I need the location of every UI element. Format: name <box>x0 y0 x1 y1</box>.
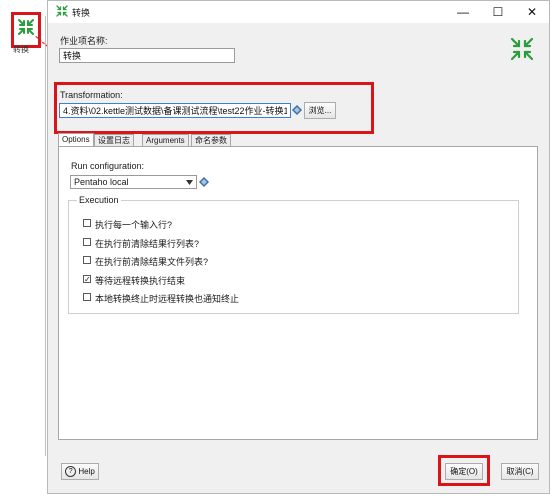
tab-options[interactable]: Options <box>58 133 94 147</box>
minimize-button[interactable]: — <box>446 1 480 23</box>
canvas-divider <box>45 16 46 456</box>
transformation-label: Transformation: <box>60 90 123 100</box>
dialog-title: 转换 <box>72 8 91 18</box>
checkbox-label: 等待远程转换执行结束 <box>95 276 186 286</box>
clear-result-rows-checkbox[interactable] <box>83 238 91 246</box>
wait-remote-finish-checkbox[interactable]: ✓ <box>83 275 91 284</box>
help-icon: ? <box>65 466 77 478</box>
cancel-button[interactable]: 取消(C) <box>501 463 539 480</box>
clear-result-files-checkbox[interactable] <box>83 256 91 264</box>
title-bar: 转换 — ☐ ✕ <box>48 1 549 23</box>
transformation-entry-icon <box>18 19 34 35</box>
run-configuration-label: Run configuration: <box>71 161 145 171</box>
close-button[interactable]: ✕ <box>515 1 549 23</box>
execute-every-row-checkbox[interactable] <box>83 219 91 227</box>
help-button[interactable]: ? Help <box>61 463 99 480</box>
job-canvas <box>0 0 48 503</box>
checkbox-label: 本地转换终止时远程转换也通知终止 <box>95 294 240 304</box>
transformation-dialog: 转换 — ☐ ✕ 作业项名称: Transformation: 浏览... Op… <box>47 0 550 494</box>
help-button-label: Help <box>78 467 95 476</box>
run-configuration-select[interactable]: Pentaho local <box>70 175 197 189</box>
transformation-title-icon <box>56 5 68 17</box>
checkbox-label: 在执行前清除结果文件列表? <box>95 257 209 267</box>
variable-diamond-icon[interactable] <box>292 105 302 115</box>
job-entry-name-input[interactable] <box>59 48 235 63</box>
transformation-path-input[interactable] <box>59 103 291 118</box>
browse-button[interactable]: 浏览... <box>304 102 336 119</box>
maximize-button[interactable]: ☐ <box>481 1 515 23</box>
chevron-down-icon <box>186 180 193 185</box>
job-entry-name-label: 作业项名称: <box>60 36 108 46</box>
follow-local-abort-checkbox[interactable] <box>83 293 91 301</box>
checkbox-label: 执行每一个输入行? <box>95 220 173 230</box>
ok-button[interactable]: 确定(O) <box>445 463 483 480</box>
checkbox-label: 在执行前清除结果行列表? <box>95 239 200 249</box>
execution-legend: Execution <box>77 195 121 205</box>
run-configuration-value: Pentaho local <box>74 177 129 187</box>
transformation-large-icon <box>510 37 534 61</box>
variable-diamond-icon[interactable] <box>199 177 209 187</box>
